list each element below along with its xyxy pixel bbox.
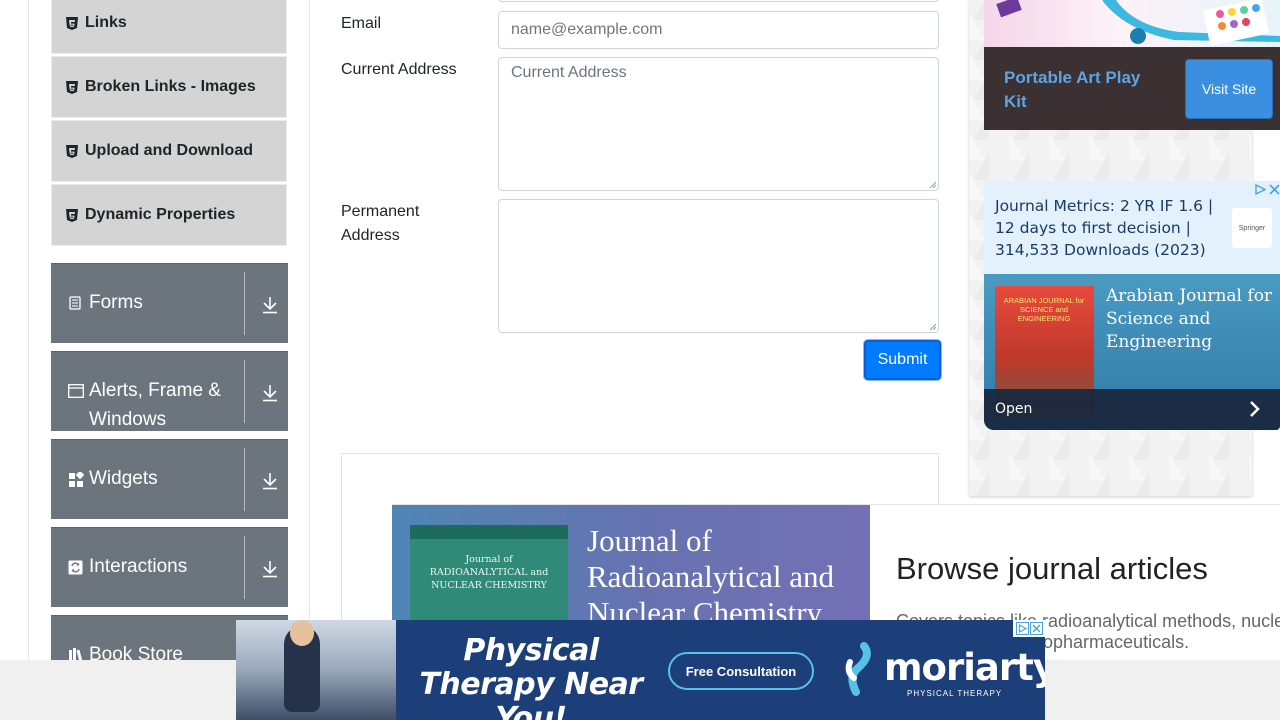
download-arrow-icon[interactable] — [262, 472, 278, 490]
sidebar-group-label: Alerts, Frame & Windows — [89, 380, 221, 430]
journal-ad-title: Journal of Radioanalytical and Nuclear C… — [587, 523, 835, 630]
submit-button[interactable]: Submit — [864, 340, 941, 380]
sidebar-group-alerts[interactable]: Alerts, Frame & Windows — [51, 351, 288, 431]
html5-icon — [66, 144, 78, 158]
open-label[interactable]: Open — [995, 401, 1032, 417]
close-icon[interactable] — [1268, 183, 1280, 196]
full-name-field[interactable] — [498, 0, 939, 2]
art-kit-image — [984, 0, 1280, 47]
interactions-icon — [68, 560, 83, 575]
email-label: Email — [341, 15, 382, 32]
journal-metrics-text: Journal Metrics: 2 YR IF 1.6 | 12 days t… — [995, 197, 1214, 259]
sidebar-item-links[interactable]: Links — [51, 0, 287, 54]
moriarty-logo-text: moriarty — [884, 646, 1045, 689]
close-icon[interactable] — [1030, 622, 1043, 635]
sidebar-item-label: Upload and Download — [85, 142, 253, 159]
browse-articles-heading[interactable]: Browse journal articles — [896, 551, 1208, 587]
adchoices-icon[interactable] — [1016, 622, 1029, 635]
art-kit-ad[interactable]: Portable Art Play Kit Visit Site — [984, 0, 1280, 130]
physical-therapy-ad[interactable]: Physical Therapy Near You! Free Consulta… — [236, 620, 1045, 720]
html5-icon — [66, 80, 78, 94]
sidebar-group-interactions[interactable]: Interactions — [51, 527, 288, 607]
sidebar-item-dynamic-properties[interactable]: Dynamic Properties — [51, 184, 287, 246]
sidebar: Links Broken Links - Images Upload and D… — [28, 0, 310, 720]
permanent-address-field[interactable] — [498, 199, 939, 333]
current-address-field[interactable]: Current Address — [498, 57, 939, 191]
resize-handle-icon[interactable] — [929, 323, 936, 330]
download-arrow-icon[interactable] — [262, 384, 278, 402]
html5-icon — [66, 208, 78, 222]
sidebar-group-label: Widgets — [89, 468, 158, 489]
download-arrow-icon[interactable] — [262, 296, 278, 314]
ad-controls — [1013, 620, 1045, 637]
moriarty-logo: moriarty PHYSICAL THERAPY — [844, 638, 1045, 698]
sidebar-item-upload-download[interactable]: Upload and Download — [51, 120, 287, 182]
divider — [244, 448, 245, 511]
art-kit-title[interactable]: Portable Art Play Kit — [1004, 66, 1164, 114]
sidebar-group-label: Forms — [89, 292, 143, 313]
art-supplies-illustration — [996, 0, 1280, 46]
springer-logo: Springer — [1232, 208, 1272, 248]
current-address-placeholder: Current Address — [511, 64, 627, 81]
widgets-icon — [68, 470, 85, 487]
journal-title: Arabian Journal for Science and Engineer… — [1106, 286, 1273, 352]
sidebar-group-forms[interactable]: Forms — [51, 263, 288, 343]
journal-cover-text: ARABIAN JOURNAL for SCIENCE and ENGINEER… — [1003, 296, 1085, 323]
physical-therapy-title: Physical Therapy Near You! — [419, 633, 643, 720]
cover-strip — [410, 525, 568, 539]
sidebar-group-label: Interactions — [89, 556, 188, 577]
permanent-address-label: Permanent Address — [341, 203, 420, 244]
journal-cover-text: Journal of RADIOANALYTICAL and NUCLEAR C… — [429, 554, 549, 591]
sidebar-item-label: Broken Links - Images — [85, 78, 256, 95]
chevron-right-icon[interactable] — [1249, 400, 1261, 418]
sidebar-item-label: Links — [85, 14, 127, 31]
sidebar-group-widgets[interactable]: Widgets — [51, 439, 288, 519]
journal-metrics-ad[interactable]: Journal Metrics: 2 YR IF 1.6 | 12 days t… — [984, 181, 1280, 430]
window-icon — [68, 384, 84, 398]
sidebar-item-broken-links[interactable]: Broken Links - Images — [51, 56, 287, 118]
email-field[interactable] — [498, 11, 939, 49]
current-address-label: Current Address — [341, 61, 457, 78]
divider — [244, 272, 245, 335]
moriarty-logo-subtext: PHYSICAL THERAPY — [907, 689, 1003, 698]
resize-handle-icon[interactable] — [929, 181, 936, 188]
visit-site-button[interactable]: Visit Site — [1185, 59, 1273, 119]
therapist-photo — [236, 620, 396, 720]
divider — [244, 360, 245, 423]
adchoices-icon[interactable] — [1254, 183, 1267, 196]
sidebar-item-label: Dynamic Properties — [85, 206, 236, 223]
therapist-head — [290, 620, 314, 646]
form-icon — [68, 296, 82, 310]
moriarty-swoosh-icon — [845, 642, 871, 696]
download-arrow-icon[interactable] — [262, 560, 278, 578]
html5-icon — [66, 16, 78, 30]
free-consultation-button[interactable]: Free Consultation — [668, 652, 814, 690]
divider — [244, 536, 245, 599]
page: Links Broken Links - Images Upload and D… — [0, 0, 1280, 720]
